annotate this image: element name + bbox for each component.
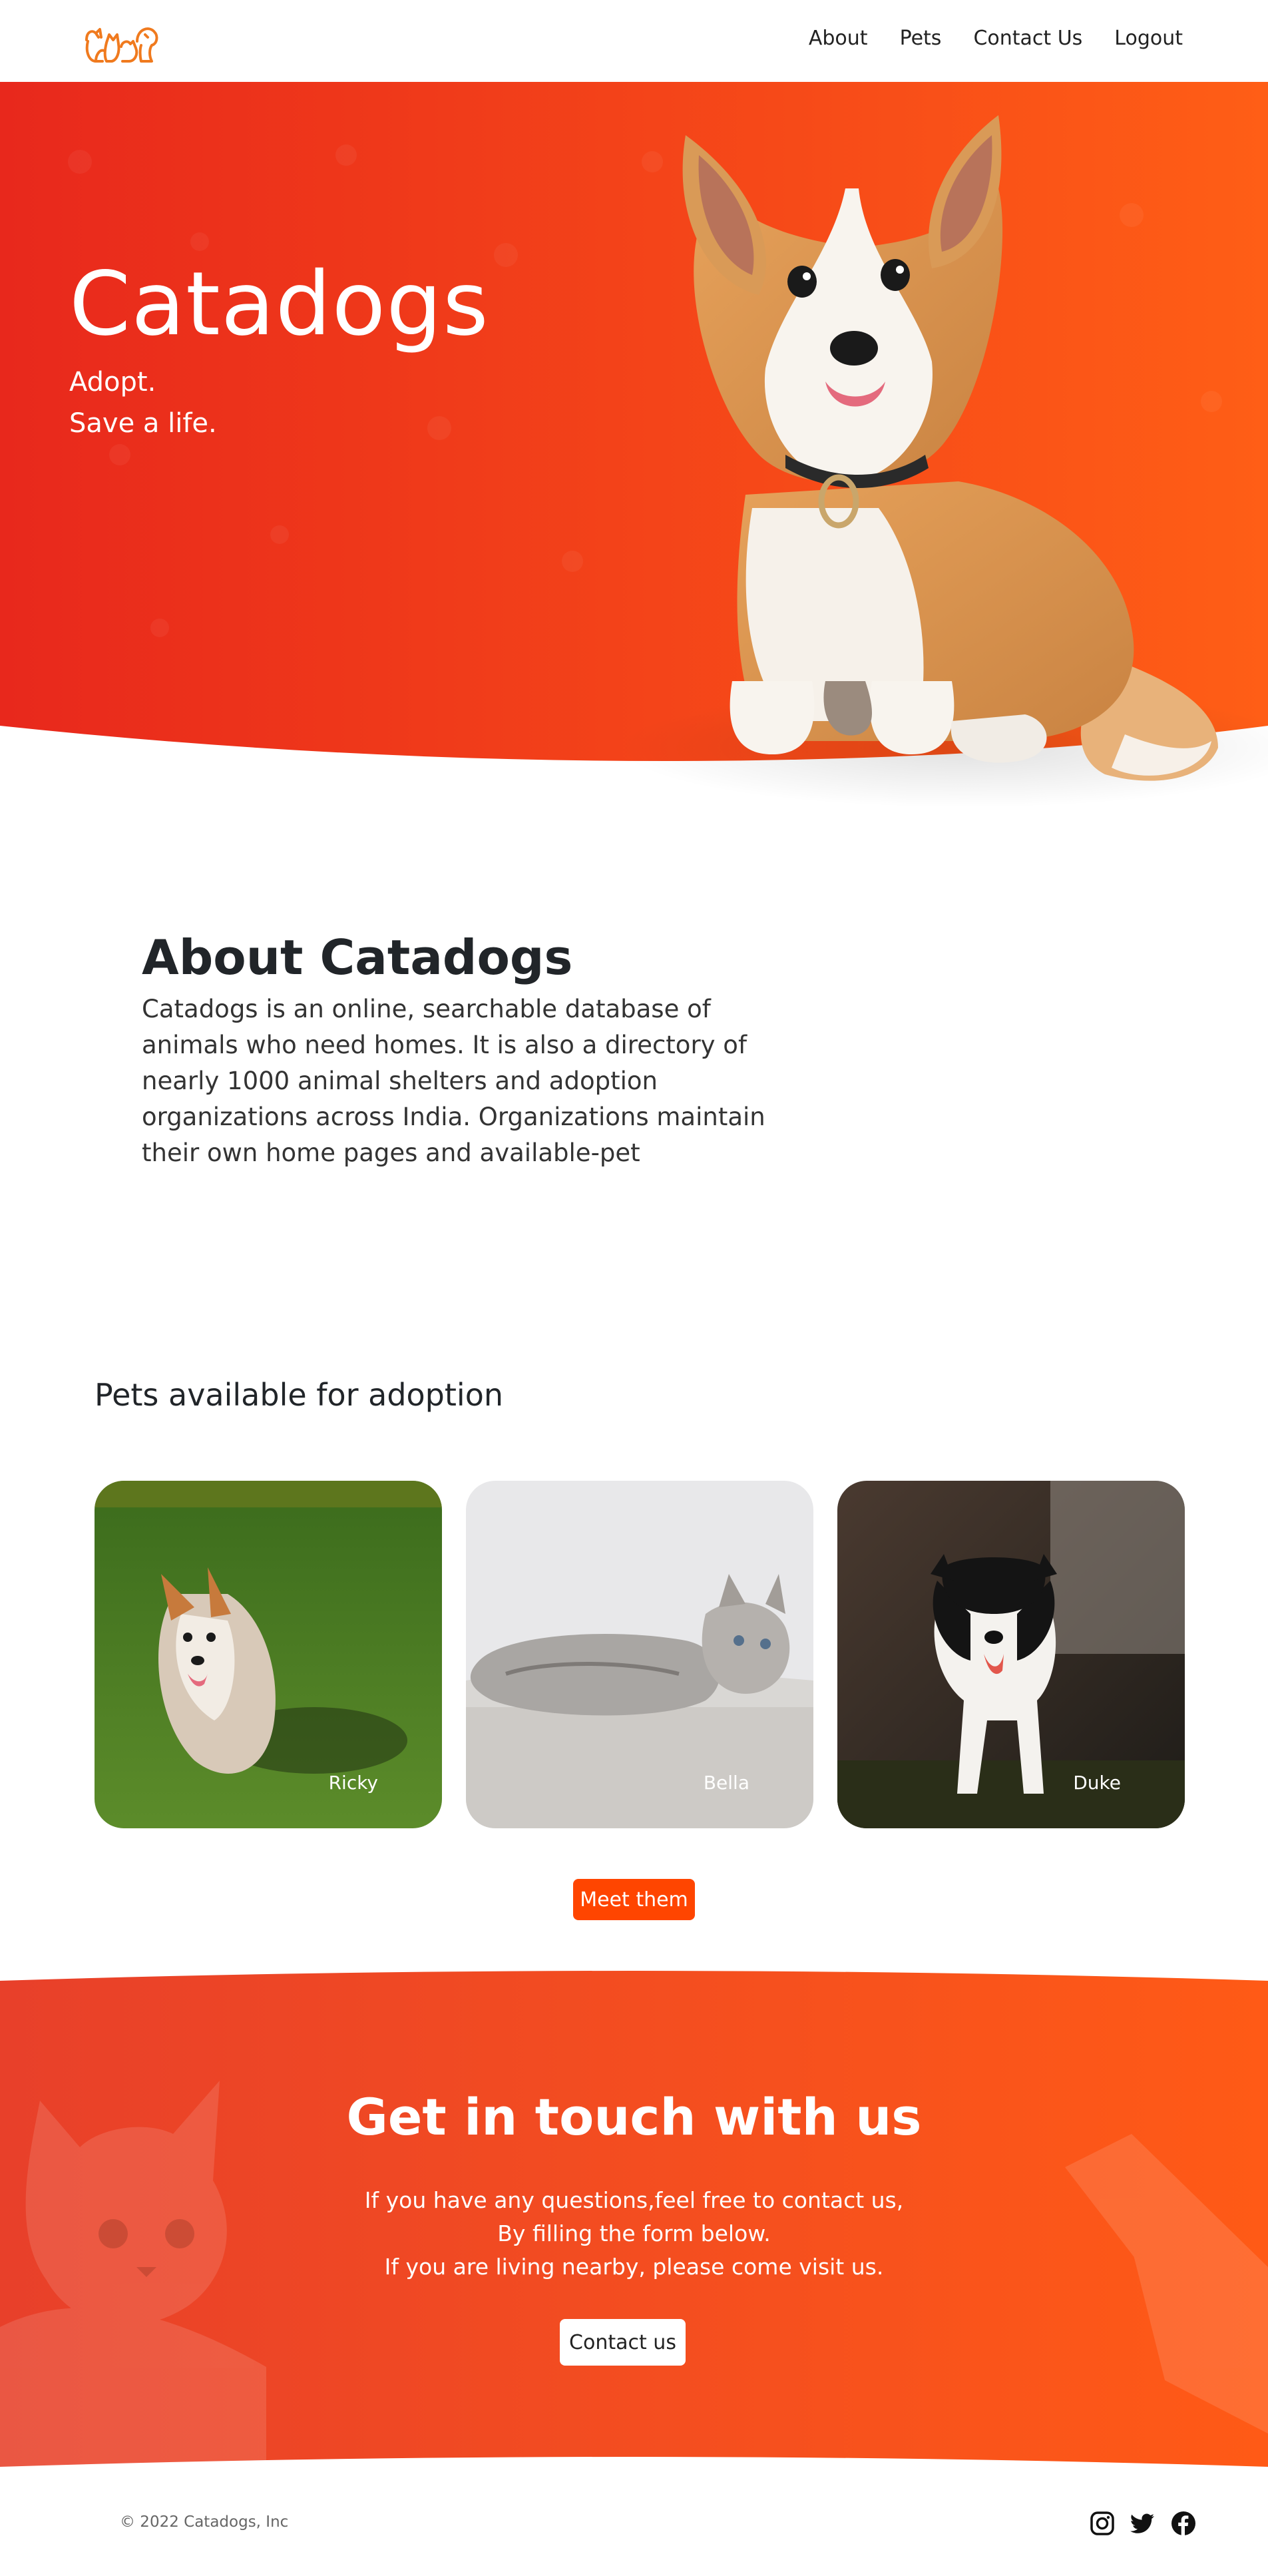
pet-name-duke: Duke xyxy=(1073,1772,1121,1794)
hero-banner: Catadogs Adopt. Save a life. xyxy=(0,82,1268,821)
footer-copyright: © 2022 Catadogs, Inc xyxy=(120,2513,289,2531)
contact-section: Get in touch with us If you have any que… xyxy=(0,1967,1268,2473)
nav-logout-link[interactable]: Logout xyxy=(1114,27,1183,50)
about-body: Catadogs is an online, searchable databa… xyxy=(142,995,765,1167)
nav-about-link[interactable]: About xyxy=(809,27,868,50)
contact-us-button[interactable]: Contact us xyxy=(560,2319,686,2366)
hero-tagline-line-2: Save a life. xyxy=(69,408,217,439)
hero-tagline: Adopt. Save a life. xyxy=(69,362,217,444)
pet-photo-ricky xyxy=(95,1481,442,1828)
pet-name-ricky: Ricky xyxy=(328,1772,378,1794)
meet-them-button[interactable]: Meet them xyxy=(573,1879,695,1920)
pet-card-ricky[interactable]: Ricky xyxy=(95,1481,442,1828)
pet-name-bella: Bella xyxy=(703,1772,749,1794)
contact-heading: Get in touch with us xyxy=(346,2087,922,2147)
instagram-icon[interactable] xyxy=(1089,2510,1116,2537)
hero-tagline-line-1: Adopt. xyxy=(69,367,156,397)
about-section: About Catadogs Catadogs is an online, se… xyxy=(142,927,807,1171)
pets-heading: Pets available for adoption xyxy=(95,1377,503,1413)
pet-photo-duke xyxy=(837,1481,1185,1828)
contact-text: If you have any questions,feel free to c… xyxy=(0,2184,1268,2284)
contact-line-1: If you have any questions,feel free to c… xyxy=(364,2187,904,2213)
pet-card-bella[interactable]: Bella xyxy=(466,1481,813,1828)
facebook-icon[interactable] xyxy=(1170,2510,1197,2537)
hero-title: Catadogs xyxy=(69,253,489,356)
nav-contact-link[interactable]: Contact Us xyxy=(973,27,1082,50)
nav-pets-link[interactable]: Pets xyxy=(900,27,942,50)
hero-background xyxy=(0,82,1268,808)
catadogs-logo[interactable] xyxy=(80,15,162,68)
pet-photo-bella xyxy=(466,1481,813,1828)
contact-line-2: By filling the form below. xyxy=(497,2220,771,2246)
pet-card-duke[interactable]: Duke xyxy=(837,1481,1185,1828)
contact-line-3: If you are living nearby, please come vi… xyxy=(384,2254,884,2280)
top-navbar: About Pets Contact Us Logout xyxy=(0,0,1268,82)
twitter-icon[interactable] xyxy=(1130,2510,1156,2537)
about-heading: About Catadogs xyxy=(142,929,573,985)
